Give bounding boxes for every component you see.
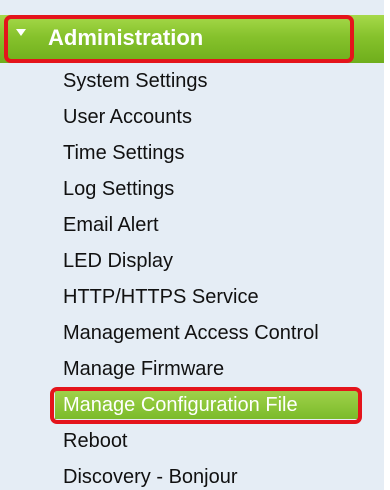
menu-item-management-access-control[interactable]: Management Access Control (0, 316, 384, 352)
menu-item-log-settings[interactable]: Log Settings (0, 172, 384, 208)
menu-item-label[interactable]: User Accounts (63, 104, 192, 130)
menu-item-label[interactable]: Manage Firmware (63, 356, 224, 382)
menu-item-label[interactable]: HTTP/HTTPS Service (63, 284, 259, 310)
menu-item-discovery-bonjour[interactable]: Discovery - Bonjour (0, 460, 384, 490)
menu-item-email-alert[interactable]: Email Alert (0, 208, 384, 244)
menu-item-label[interactable]: LED Display (63, 248, 173, 274)
menu-item-label[interactable]: Discovery - Bonjour (63, 464, 238, 490)
caret-down-icon[interactable] (16, 29, 26, 36)
menu-item-reboot[interactable]: Reboot (0, 424, 384, 460)
menu-item-label[interactable]: Management Access Control (63, 320, 319, 346)
menu-item-system-settings[interactable]: System Settings (0, 64, 384, 100)
menu-item-label[interactable]: Email Alert (63, 212, 159, 238)
menu-item-label[interactable]: Time Settings (63, 140, 185, 166)
menu-item-led-display[interactable]: LED Display (0, 244, 384, 280)
menu-item-time-settings[interactable]: Time Settings (0, 136, 384, 172)
menu-item-http-https-service[interactable]: HTTP/HTTPS Service (0, 280, 384, 316)
menu-item-manage-configuration-file[interactable]: Manage Configuration File (0, 387, 384, 424)
menu-item-user-accounts[interactable]: User Accounts (0, 100, 384, 136)
section-title[interactable]: Administration (48, 24, 203, 52)
menu-item-label[interactable]: System Settings (63, 68, 208, 94)
menu-item-label[interactable]: Log Settings (63, 176, 174, 202)
panel-gap (384, 0, 390, 490)
menu-item-label[interactable]: Manage Configuration File (63, 392, 298, 418)
menu-item-label[interactable]: Reboot (63, 428, 128, 454)
navigation-panel: Administration System Settings User Acco… (0, 0, 390, 490)
menu-item-manage-firmware[interactable]: Manage Firmware (0, 352, 384, 388)
